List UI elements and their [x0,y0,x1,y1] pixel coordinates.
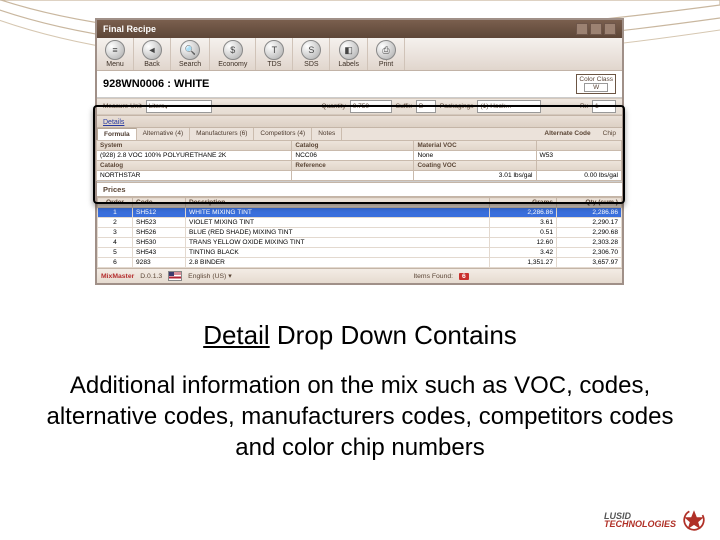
table-row[interactable]: 1SH512WHITE MIXING TINT2,286.862,286.86 [98,208,622,218]
toolbar-label: TDS [267,61,281,68]
system-label: System [97,141,291,150]
material-voc-label: Material VOC [414,141,535,150]
titlebar: Final Recipe [97,20,622,38]
coating-voc-label: Coating VOC [414,161,535,170]
slide-body: Additional information on the mix such a… [30,370,690,464]
flag-icon [168,271,182,281]
table-header-row: Order Code Description Grams Qty (cum.) [98,198,622,208]
catalog-label: Catalog [292,141,413,150]
app-version: D.0.1.3 [140,273,162,280]
tds-button-icon: T [264,40,284,60]
rx-input[interactable]: 1 [592,100,616,113]
economy-button[interactable]: $Economy [210,38,256,70]
print-button-icon: ⎙ [376,40,396,60]
detail-grid: System Catalog Material VOC (928) 2.8 VO… [97,141,622,182]
sds-button[interactable]: SSDS [293,38,330,70]
details-toggle[interactable]: Details [103,119,124,126]
suffix-select[interactable]: B [416,100,436,113]
quantity-label: Quantity [322,103,346,110]
tab-competitors[interactable]: Competitors (4) [254,128,312,140]
prices-header[interactable]: Prices [97,182,622,197]
color-class-box: Color Class W [576,74,616,94]
items-found-label: Items Found: [413,273,453,280]
measure-row: Measure Unit Liters ▾ Quantity 0.750 Suf… [97,98,622,115]
table-row[interactable]: 692832.8 BINDER1,351.273,657.97 [98,258,622,268]
window-title: Final Recipe [103,24,156,34]
menu-button[interactable]: ≡Menu [97,38,134,70]
main-toolbar: ≡Menu◄Back🔍Search$EconomyTTDSSSDS◧Labels… [97,38,622,71]
chip-col-label [537,141,621,150]
toolbar-label: SDS [304,61,318,68]
status-bar: MixMaster D.0.1.3 English (US) ▾ Items F… [97,268,622,283]
alternate-code-label: Alternate Code [538,128,596,140]
tab-manufacturers[interactable]: Manufacturers (6) [190,128,254,140]
color-class-value: W [584,83,608,92]
col-code[interactable]: Code [133,198,186,208]
ingredients-table: Order Code Description Grams Qty (cum.) … [97,197,622,268]
economy-button-icon: $ [223,40,243,60]
back-button[interactable]: ◄Back [134,38,171,70]
items-found-count: 6 [459,273,469,280]
slide-title: Detail Drop Down Contains [0,320,720,351]
catalog2-value: NORTHSTAR [96,170,292,181]
table-row[interactable]: 2SH523VIOLET MIXING TINT3.612,290.17 [98,218,622,228]
reference-value [291,170,414,181]
coating-voc-value: 3.01 lbs/gal [413,170,536,181]
maximize-button[interactable] [590,23,602,35]
logo-text-bottom: TECHNOLOGIES [604,520,676,528]
sds-button-icon: S [301,40,321,60]
back-button-icon: ◄ [142,40,162,60]
tab-alternative[interactable]: Alternative (4) [137,128,190,140]
material-voc2-value: 0.00 lbs/gal [536,170,622,181]
suffix-label: Suffix [396,103,412,110]
toolbar-label: Back [144,61,160,68]
chevron-down-icon: ▾ [165,103,168,111]
reference-label: Reference [292,161,413,170]
col-order[interactable]: Order [98,198,133,208]
rx-label: Rx [580,103,588,110]
recipe-header: 928WN0006 : WHITE [103,78,209,90]
table-row[interactable]: 4SH530TRANS YELLOW OXIDE MIXING TINT12.6… [98,238,622,248]
labels-button-icon: ◧ [339,40,359,60]
col-grams[interactable]: Grams [490,198,557,208]
measure-unit-label: Measure Unit [103,103,142,110]
table-row[interactable]: 3SH526BLUE (RED SHADE) MIXING TINT0.512,… [98,228,622,238]
app-brand: MixMaster [101,273,134,280]
toolbar-label: Search [179,61,201,68]
tab-formula[interactable]: Formula [97,128,137,140]
measure-unit-select[interactable]: Liters ▾ [146,100,212,113]
minimize-button[interactable] [576,23,588,35]
search-button-icon: 🔍 [180,40,200,60]
tab-notes[interactable]: Notes [312,128,342,140]
toolbar-label: Menu [106,61,124,68]
language-select[interactable]: English (US) ▾ [188,272,258,280]
print-button[interactable]: ⎙Print [368,38,405,70]
col-description[interactable]: Description [186,198,490,208]
close-button[interactable] [604,23,616,35]
col-qty-cum[interactable]: Qty (cum.) [557,198,622,208]
menu-button-icon: ≡ [105,40,125,60]
toolbar-label: Labels [338,61,359,68]
color-class-label: Color Class [579,76,613,83]
toolbar-label: Print [379,61,393,68]
chip-label: Chip [597,128,622,140]
packagings-label: Packagings [440,103,474,110]
packagings-select[interactable]: (1) Hook… [477,100,541,113]
table-row[interactable]: 5SH543TINTING BLACK3.422,306.70 [98,248,622,258]
footer-logo: LUSID TECHNOLOGIES [604,506,708,534]
logo-star-icon [680,506,708,534]
labels-button[interactable]: ◧Labels [330,38,368,70]
tds-button[interactable]: TTDS [256,38,293,70]
chevron-down-icon: ▾ [228,273,231,280]
blank-head [537,161,621,170]
app-window: Final Recipe ≡Menu◄Back🔍Search$EconomyTT… [95,18,624,285]
quantity-input[interactable]: 0.750 [350,100,392,113]
toolbar-label: Economy [218,61,247,68]
catalog2-label: Catalog [97,161,291,170]
search-button[interactable]: 🔍Search [171,38,210,70]
